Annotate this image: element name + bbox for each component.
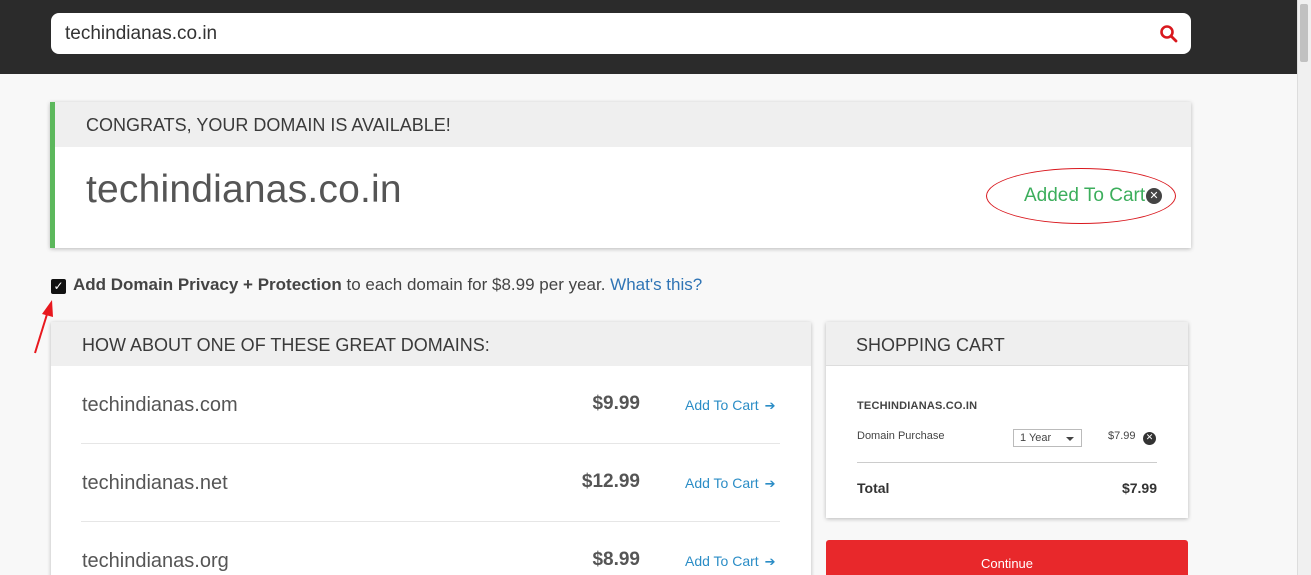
cart-item-price: $7.99 <box>1108 430 1136 442</box>
add-to-cart-link[interactable]: Add To Cart ➔ <box>685 397 776 414</box>
term-select[interactable]: 1 Year <box>1013 429 1082 447</box>
remove-item-icon[interactable]: ✕ <box>1143 432 1156 445</box>
privacy-description: Add Domain Privacy + Protection to each … <box>73 274 702 296</box>
whats-this-link[interactable]: What's this? <box>610 275 702 294</box>
added-to-cart-label: Added To Cart <box>1024 185 1146 206</box>
scrollbar-thumb[interactable] <box>1300 4 1308 62</box>
cart-item-name: TECHINDIANAS.CO.IN <box>857 400 978 412</box>
availability-heading: CONGRATS, YOUR DOMAIN IS AVAILABLE! <box>55 102 1191 147</box>
caret-down-icon <box>1066 437 1074 441</box>
add-to-cart-label: Add To Cart <box>685 553 759 569</box>
suggestion-price: $8.99 <box>592 549 640 570</box>
suggestion-row: techindianas.net $12.99 Add To Cart ➔ <box>81 444 780 522</box>
cart-item-type: Domain Purchase <box>857 430 945 442</box>
suggestion-domain: techindianas.org <box>82 550 229 572</box>
cart-divider <box>857 462 1157 463</box>
cart-heading: SHOPPING CART <box>826 322 1188 366</box>
add-to-cart-label: Add To Cart <box>685 475 759 491</box>
suggestion-row: techindianas.com $9.99 Add To Cart ➔ <box>81 366 780 444</box>
suggestion-price: $9.99 <box>592 393 640 414</box>
suggestion-domain: techindianas.net <box>82 472 228 494</box>
search-icon[interactable] <box>1159 24 1179 44</box>
top-search-bar <box>0 0 1297 74</box>
arrow-right-icon: ➔ <box>764 555 776 570</box>
available-domain-name: techindianas.co.in <box>86 168 402 211</box>
suggestions-heading: HOW ABOUT ONE OF THESE GREAT DOMAINS: <box>51 322 811 366</box>
privacy-price-text: to each domain for $8.99 per year. <box>341 275 611 294</box>
privacy-title: Add Domain Privacy + Protection <box>73 275 342 294</box>
add-to-cart-link[interactable]: Add To Cart ➔ <box>685 475 776 492</box>
cart-total-label: Total <box>857 480 890 496</box>
cart-total-value: $7.99 <box>1121 480 1157 496</box>
domain-available-card: CONGRATS, YOUR DOMAIN IS AVAILABLE! tech… <box>50 102 1191 248</box>
domain-suggestions-card: HOW ABOUT ONE OF THESE GREAT DOMAINS: te… <box>51 322 811 575</box>
search-input[interactable] <box>65 13 1145 54</box>
term-select-value: 1 Year <box>1020 432 1052 444</box>
arrow-right-icon: ➔ <box>764 477 776 492</box>
suggestion-domain: techindianas.com <box>82 394 238 416</box>
privacy-checkbox[interactable]: ✓ <box>51 279 66 294</box>
continue-button[interactable]: Continue <box>826 540 1188 575</box>
add-to-cart-label: Add To Cart <box>685 397 759 413</box>
shopping-cart: SHOPPING CART TECHINDIANAS.CO.IN Domain … <box>826 322 1188 518</box>
added-to-cart-button[interactable]: Added To Cart ✕ <box>986 168 1176 224</box>
scrollbar[interactable] <box>1297 0 1311 575</box>
add-to-cart-link[interactable]: Add To Cart ➔ <box>685 553 776 570</box>
suggestion-price: $12.99 <box>581 471 640 492</box>
remove-icon[interactable]: ✕ <box>1146 188 1162 204</box>
arrow-right-icon: ➔ <box>764 399 776 414</box>
suggestion-row: techindianas.org $8.99 Add To Cart ➔ <box>81 522 780 575</box>
search-box[interactable] <box>51 13 1191 54</box>
